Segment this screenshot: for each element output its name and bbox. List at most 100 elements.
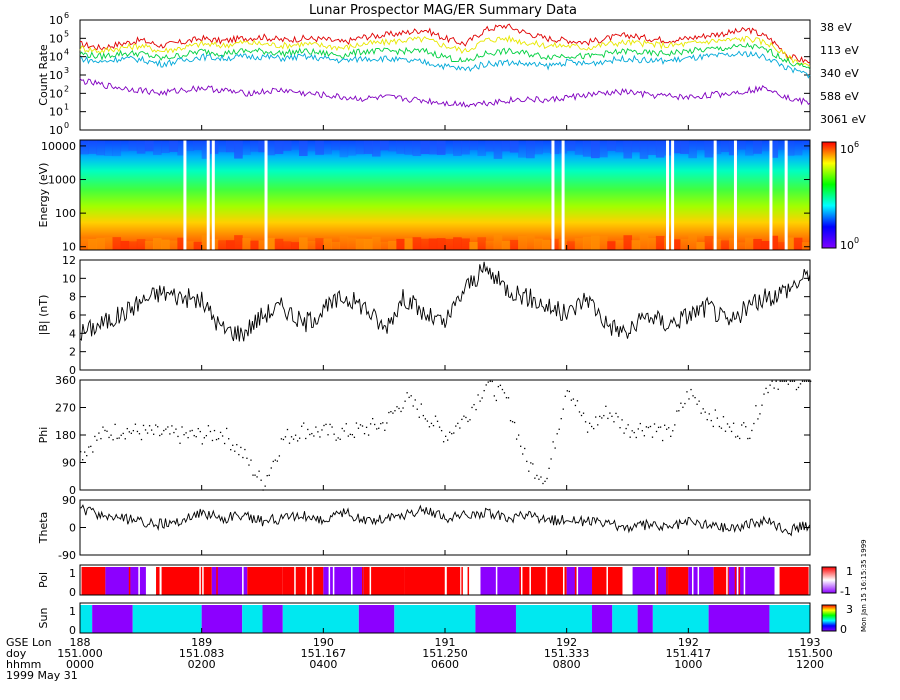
spectrogram-cell (445, 140, 454, 154)
spectrogram-cell (591, 235, 600, 250)
spectrogram-cell (599, 140, 608, 158)
spectrogram-colorbar-max: 10 (840, 143, 854, 156)
phi-point (538, 478, 540, 480)
sun-ylabel: Sun (37, 608, 50, 629)
spectrogram-cell (518, 235, 527, 250)
phi-point (122, 432, 124, 435)
spectrogram-ylabel: Energy (eV) (37, 163, 50, 228)
spectrogram-cell (282, 241, 292, 250)
spectrogram-cell (274, 140, 284, 155)
phi-point (232, 444, 234, 446)
phi-point (205, 434, 208, 437)
spectrogram-data-gap (713, 140, 717, 250)
phi-point (728, 426, 731, 428)
phi-point (339, 438, 341, 440)
x-tick-hhmm: 1000 (674, 658, 702, 671)
pol-colorbar (821, 566, 837, 594)
count-rate-series-line (79, 23, 811, 64)
phi-point (112, 439, 114, 441)
pol-stripe (606, 567, 608, 595)
phi-point (631, 430, 633, 432)
spectrogram-data-gap (211, 140, 215, 250)
phi-point (761, 404, 763, 406)
phi-point (623, 432, 625, 434)
spectrogram-image (80, 140, 810, 250)
phi-point (755, 405, 757, 407)
pol-stripe (328, 567, 331, 595)
spectrogram-cell (801, 140, 811, 150)
spectrogram-cell (380, 241, 389, 250)
phi-point (483, 389, 485, 392)
phi-point (712, 425, 714, 428)
phi-point (343, 430, 345, 432)
pol-stripe (743, 567, 746, 595)
sun-colorbar-max: 3 (846, 603, 853, 616)
count-rate-series-line (79, 78, 811, 108)
spectrogram-cell (396, 140, 405, 154)
spectrogram-cell (591, 140, 600, 159)
spectrogram-cell (112, 237, 122, 250)
phi-point (471, 406, 473, 409)
spectrogram-cell (88, 238, 97, 250)
phi-ylabel: Phi (37, 427, 50, 444)
phi-point (526, 460, 528, 463)
spectrogram-cell (655, 140, 665, 158)
phi-point (128, 431, 130, 433)
phi-point (199, 430, 201, 433)
phi-point (165, 428, 167, 430)
count-rate-ytick-label: 10 (49, 51, 63, 64)
phi-point (406, 392, 408, 394)
phi-point (183, 433, 185, 436)
spectrogram-cell (509, 239, 519, 250)
phi-point (621, 419, 623, 421)
spectrogram-data-gap (264, 140, 268, 250)
phi-point (292, 438, 295, 440)
theta-frame (79, 499, 811, 556)
spectrogram-cell (469, 241, 478, 250)
phi-point (659, 426, 662, 428)
phi-point (361, 425, 364, 427)
phi-point (743, 422, 745, 424)
sun-segment (80, 605, 93, 633)
pol-stripe (461, 567, 463, 595)
bmag-ytick-label: 12 (62, 254, 76, 267)
spectrogram-cell (136, 140, 146, 154)
spectrogram-cell (566, 241, 576, 250)
phi-point (213, 429, 216, 432)
phi-point (386, 422, 388, 424)
spectrogram-cell (88, 140, 97, 154)
spectrogram-cell (737, 140, 746, 150)
phi-point (505, 397, 508, 399)
phi-point (177, 435, 179, 438)
phi-point (595, 416, 597, 418)
spectrogram-cell (501, 140, 511, 152)
spectrogram-cell (307, 140, 316, 152)
phi-point (664, 424, 666, 426)
spectrogram-cell (623, 235, 633, 250)
pol-segment (80, 567, 106, 595)
phi-point (554, 447, 556, 449)
spectrogram-cell (234, 140, 243, 159)
phi-point (522, 453, 524, 455)
phi-point (633, 431, 635, 434)
phi-point (416, 408, 418, 410)
bmag-ytick-label: 10 (62, 272, 76, 285)
phi-point (376, 428, 378, 430)
phi-point (803, 380, 806, 382)
phi-point (495, 399, 497, 402)
phi-point (337, 437, 339, 439)
phi-point (666, 428, 668, 430)
phi-point (157, 426, 159, 428)
phi-point (657, 426, 660, 429)
phi-point (542, 482, 544, 485)
phi-point (534, 477, 536, 479)
phi-point (195, 436, 197, 438)
spectrogram-cell (607, 140, 616, 151)
spectrogram-cell (582, 236, 592, 250)
phi-point (777, 388, 779, 390)
phi-point (209, 430, 212, 433)
pol-ytick-label: 1 (69, 567, 76, 580)
spectrogram-cell (753, 140, 762, 154)
phi-point (714, 409, 716, 411)
pol-segment (632, 567, 669, 595)
